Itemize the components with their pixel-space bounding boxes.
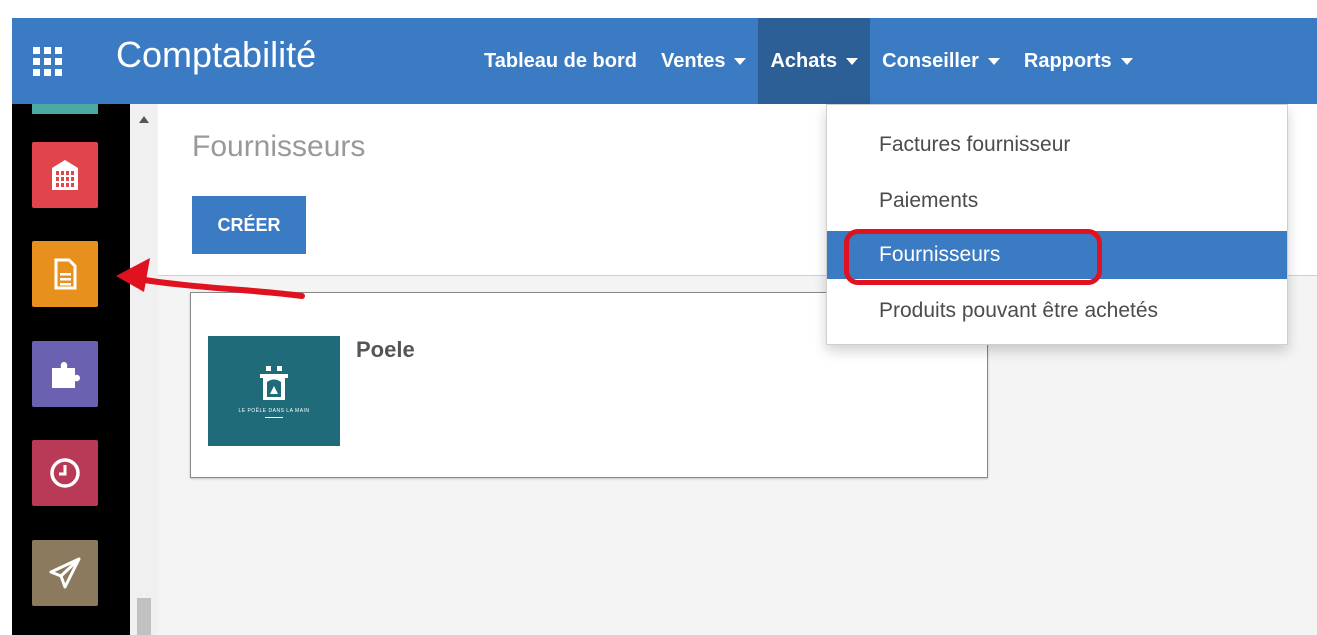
menu-label: Ventes: [660, 49, 726, 72]
puzzle-icon[interactable]: [32, 341, 98, 407]
menu-ventes[interactable]: Ventes: [649, 18, 758, 104]
scroll-up-arrow-icon[interactable]: [139, 116, 149, 123]
clock-icon[interactable]: [32, 440, 98, 506]
caret-down-icon: [734, 57, 747, 65]
menu-achats[interactable]: Achats: [758, 18, 871, 104]
menu-item-label: Factures fournisseur: [879, 133, 1071, 156]
scroll-thumb[interactable]: [137, 598, 151, 635]
menu-item-produits-achetes[interactable]: Produits pouvant être achetés: [827, 287, 1287, 335]
annotation-arrow-icon: [116, 258, 305, 299]
menu-item-factures-fournisseur[interactable]: Factures fournisseur: [827, 121, 1287, 169]
menu-rapports[interactable]: Rapports: [1012, 18, 1145, 104]
menu-item-paiements[interactable]: Paiements: [827, 177, 1287, 225]
menu-item-label: Fournisseurs: [879, 243, 1001, 266]
main-menu: Tableau de bord Ventes Achats Conseiller…: [472, 18, 1145, 104]
menu-label: Rapports: [1023, 49, 1112, 72]
page-title: Fournisseurs: [192, 130, 366, 163]
logo-divider: [265, 417, 283, 418]
app-title: Comptabilité: [116, 34, 317, 75]
paper-plane-icon[interactable]: [32, 540, 98, 606]
achats-dropdown-menu: Factures fournisseur Paiements Fournisse…: [826, 104, 1288, 345]
caret-down-icon: [846, 57, 859, 65]
menu-tableau-de-bord[interactable]: Tableau de bord: [472, 18, 649, 104]
caret-down-icon: [987, 57, 1000, 65]
menu-item-fournisseurs[interactable]: Fournisseurs: [827, 231, 1287, 279]
building-icon[interactable]: [32, 142, 98, 208]
logo-text: LE POÊLE DANS LA MAIN: [238, 408, 310, 414]
app-dock: [12, 104, 130, 635]
stove-icon: [260, 366, 288, 400]
menu-label: Tableau de bord: [484, 49, 637, 72]
document-icon[interactable]: [32, 241, 98, 307]
top-navbar: Comptabilité Tableau de bord Ventes Acha…: [12, 18, 1317, 104]
menu-item-label: Paiements: [879, 189, 979, 212]
menu-conseiller[interactable]: Conseiller: [870, 18, 1012, 104]
dock-scrollbar[interactable]: [130, 104, 158, 635]
dock-partial-tile: [32, 104, 98, 114]
card-title: Poele: [356, 337, 415, 362]
grid-icon[interactable]: [28, 42, 66, 80]
company-logo: LE POÊLE DANS LA MAIN: [208, 336, 340, 446]
menu-label: Achats: [770, 49, 838, 72]
menu-item-label: Produits pouvant être achetés: [879, 299, 1159, 322]
caret-down-icon: [1120, 57, 1133, 65]
menu-label: Conseiller: [882, 49, 979, 72]
